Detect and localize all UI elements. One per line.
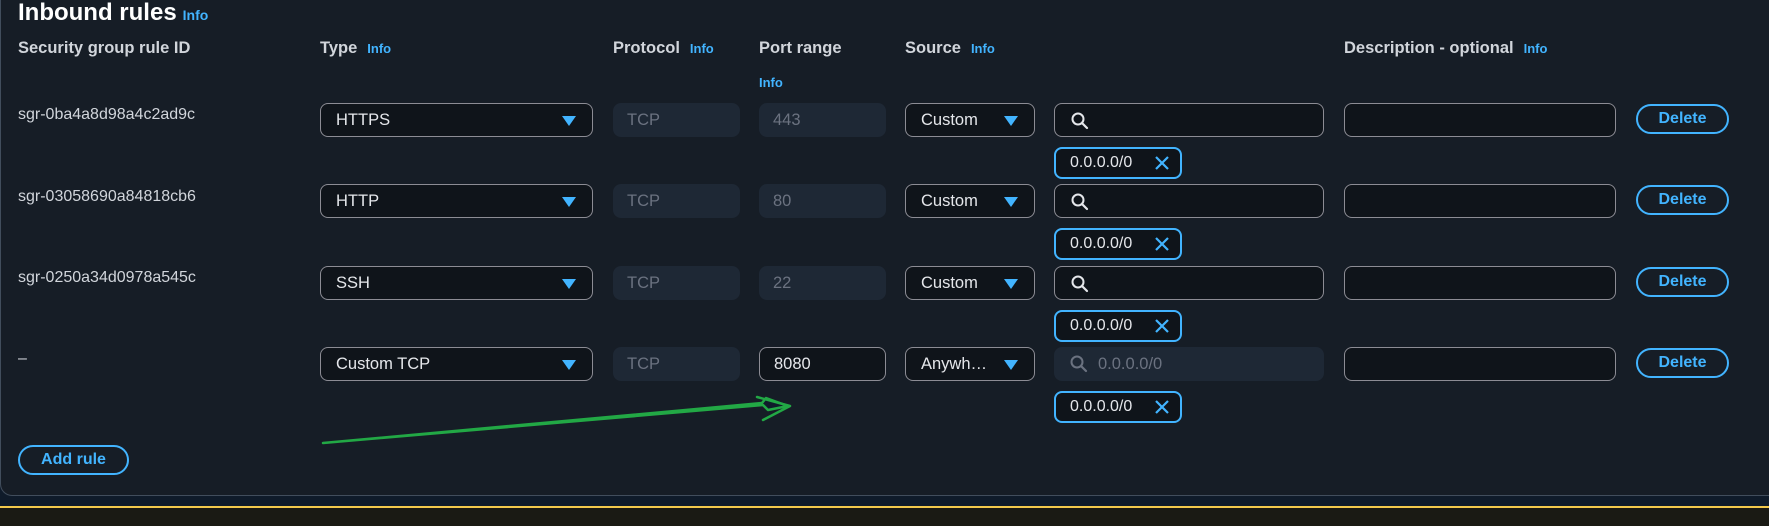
rule-id: – — [18, 350, 27, 367]
source-value: Anywh… — [921, 355, 988, 373]
type-value: HTTP — [336, 192, 380, 210]
rule-id: sgr-03058690a84818cb6 — [18, 188, 196, 205]
header-type: Type Info — [320, 39, 391, 58]
header-port-range-label: Port range — [759, 39, 842, 57]
header-rule-id-label: Security group rule ID — [18, 39, 191, 57]
cidr-token: 0.0.0.0/0 — [1054, 310, 1182, 342]
header-port-range: Port range — [759, 39, 842, 58]
header-source-label: Source — [905, 39, 961, 57]
close-icon[interactable] — [1154, 236, 1170, 252]
description-input[interactable] — [1344, 266, 1616, 300]
search-icon — [1071, 112, 1089, 130]
header-type-label: Type — [320, 39, 358, 57]
protocol-field: TCP — [613, 347, 740, 381]
header-description: Description - optional Info — [1344, 39, 1547, 58]
section-title-text: Inbound rules — [18, 0, 177, 26]
type-value: HTTPS — [336, 111, 391, 129]
header-protocol: Protocol Info — [613, 39, 714, 58]
source-select[interactable]: Custom — [905, 103, 1035, 137]
source-info-link[interactable]: Info — [971, 41, 995, 56]
description-info-link[interactable]: Info — [1524, 41, 1548, 56]
caret-down-icon — [562, 360, 576, 370]
caret-down-icon — [1004, 279, 1018, 289]
search-icon — [1071, 193, 1089, 211]
source-search-input[interactable] — [1054, 266, 1324, 300]
type-value: Custom TCP — [336, 355, 431, 373]
section-title: Inbound rules Info — [18, 0, 208, 27]
description-input[interactable] — [1344, 184, 1616, 218]
caret-down-icon — [1004, 360, 1018, 370]
cidr-token-label: 0.0.0.0/0 — [1070, 235, 1133, 252]
header-port-range-info: Info — [759, 73, 783, 92]
search-icon — [1071, 275, 1089, 293]
cidr-token-label: 0.0.0.0/0 — [1070, 154, 1133, 171]
close-icon[interactable] — [1154, 318, 1170, 334]
source-value: Custom — [921, 192, 978, 210]
port-range-field: 80 — [759, 184, 886, 218]
source-value: Custom — [921, 111, 978, 129]
delete-button[interactable]: Delete — [1636, 348, 1729, 378]
type-info-link[interactable]: Info — [367, 41, 391, 56]
search-icon — [1070, 355, 1088, 373]
caret-down-icon — [562, 197, 576, 207]
source-value: Custom — [921, 274, 978, 292]
source-search-input[interactable] — [1054, 184, 1324, 218]
protocol-field: TCP — [613, 184, 740, 218]
port-range-input[interactable]: 8080 — [759, 347, 886, 381]
source-select[interactable]: Custom — [905, 184, 1035, 218]
caret-down-icon — [562, 279, 576, 289]
type-select[interactable]: HTTPS — [320, 103, 593, 137]
description-input[interactable] — [1344, 347, 1616, 381]
cidr-token-label: 0.0.0.0/0 — [1070, 398, 1133, 415]
delete-button[interactable]: Delete — [1636, 185, 1729, 215]
close-icon[interactable] — [1154, 155, 1170, 171]
header-description-label: Description - optional — [1344, 39, 1514, 57]
close-icon[interactable] — [1154, 399, 1170, 415]
source-select[interactable]: Custom — [905, 266, 1035, 300]
header-source: Source Info — [905, 39, 995, 58]
warning-banner-edge — [0, 506, 1769, 526]
rule-id: sgr-0ba4a8d98a4c2ad9c — [18, 106, 196, 123]
protocol-info-link[interactable]: Info — [690, 41, 714, 56]
search-placeholder: 0.0.0.0/0 — [1098, 355, 1163, 373]
port-range-field: 443 — [759, 103, 886, 137]
cidr-token: 0.0.0.0/0 — [1054, 147, 1182, 179]
port-range-field: 22 — [759, 266, 886, 300]
description-input[interactable] — [1344, 103, 1616, 137]
delete-button[interactable]: Delete — [1636, 267, 1729, 297]
header-protocol-label: Protocol — [613, 39, 680, 57]
inbound-rules-panel — [0, 0, 1769, 496]
caret-down-icon — [562, 116, 576, 126]
source-search-input[interactable] — [1054, 103, 1324, 137]
caret-down-icon — [1004, 197, 1018, 207]
type-select[interactable]: Custom TCP — [320, 347, 593, 381]
cidr-token: 0.0.0.0/0 — [1054, 228, 1182, 260]
type-value: SSH — [336, 274, 370, 292]
source-select[interactable]: Anywh… — [905, 347, 1035, 381]
add-rule-button[interactable]: Add rule — [18, 445, 129, 475]
type-select[interactable]: HTTP — [320, 184, 593, 218]
protocol-field: TCP — [613, 266, 740, 300]
port-range-info-link[interactable]: Info — [759, 75, 783, 90]
cidr-token: 0.0.0.0/0 — [1054, 391, 1182, 423]
caret-down-icon — [1004, 116, 1018, 126]
rule-id: sgr-0250a34d0978a545c — [18, 269, 196, 286]
cidr-token-label: 0.0.0.0/0 — [1070, 317, 1133, 334]
protocol-field: TCP — [613, 103, 740, 137]
header-rule-id: Security group rule ID — [18, 39, 190, 58]
type-select[interactable]: SSH — [320, 266, 593, 300]
section-info-link[interactable]: Info — [183, 7, 209, 23]
source-search-input: 0.0.0.0/0 — [1054, 347, 1324, 381]
delete-button[interactable]: Delete — [1636, 104, 1729, 134]
